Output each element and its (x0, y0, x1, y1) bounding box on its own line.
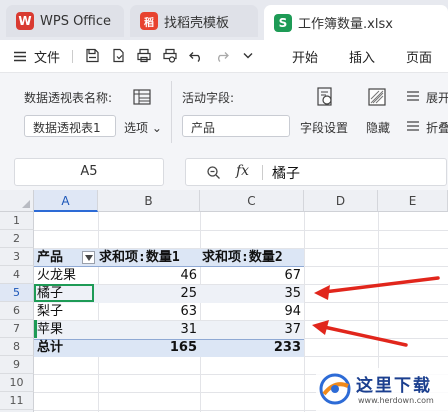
field-settings-icon[interactable] (314, 86, 336, 108)
pivot-header-qty1[interactable]: 求和项:数量1 (98, 249, 200, 267)
cell-qty2[interactable]: 35 (200, 285, 304, 303)
column-header-e[interactable]: E (378, 190, 448, 212)
red-arrow-bottom-head (312, 320, 329, 335)
column-header-a[interactable]: A (34, 190, 98, 212)
column-header-d[interactable]: D (304, 190, 378, 212)
corner-triangle-icon (22, 200, 30, 208)
undo-icon[interactable] (188, 47, 204, 64)
row-header[interactable]: 6 (0, 302, 34, 320)
menu-bar: 文件 开始 插入 页面 (0, 40, 448, 72)
column-header-c[interactable]: C (200, 190, 304, 212)
pivot-header-qty2[interactable]: 求和项:数量2 (201, 249, 304, 267)
cell-qty2[interactable]: 37 (200, 321, 304, 339)
hamburger-menu-icon[interactable] (12, 48, 28, 65)
watermark-logo-icon (319, 373, 351, 405)
menu-page[interactable]: 页面 (406, 47, 432, 66)
fx-function-button[interactable]: fx (236, 163, 249, 179)
wps-logo-icon: W (16, 12, 34, 30)
hide-icon[interactable] (367, 87, 387, 107)
dropdown-triangle-icon (85, 255, 93, 261)
row-header[interactable]: 3 (0, 248, 34, 266)
tab-label: 工作簿数量.xlsx (298, 17, 393, 32)
pivot-name-label: 数据透视表名称: (24, 91, 113, 105)
tab-label: 找稻壳模板 (164, 15, 230, 31)
pivot-header-product[interactable]: 产品 (37, 249, 85, 267)
red-arrow-bottom (322, 325, 408, 347)
active-field-input[interactable]: 产品 (182, 115, 290, 137)
tab-label: WPS Office (40, 13, 112, 29)
tab-workbook[interactable]: S 工作簿数量.xlsx (264, 5, 448, 40)
pivot-table-icon[interactable] (132, 87, 152, 107)
spreadsheet-grid[interactable]: A B C D E 1 2 3 4 5 6 7 8 9 10 11 12 产品 … (0, 190, 448, 412)
cell-qty2[interactable]: 94 (200, 303, 304, 321)
options-dropdown[interactable]: 选项 ⌄ (124, 119, 162, 136)
save-icon[interactable] (84, 47, 100, 64)
title-tab-bar: W WPS Office 稻 找稻壳模板 S 工作簿数量.xlsx (0, 0, 448, 40)
collapse-icon[interactable] (406, 119, 420, 133)
expand-button[interactable]: 展开 (426, 89, 448, 106)
red-arrow-top-head (314, 285, 330, 300)
gridline (34, 230, 448, 231)
filter-dropdown-button[interactable] (82, 251, 95, 264)
row-header[interactable]: 9 (0, 356, 34, 374)
formula-bar: A5 fx 橘子 (0, 152, 448, 190)
chevron-down-icon[interactable] (240, 47, 256, 64)
watermark-url: www.herdown.com (358, 396, 434, 405)
pivot-ribbon: 数据透视表名称: 数据透视表1 选项 ⌄ 活动字段: 产品 字段设置 隐藏 展开… (0, 72, 448, 152)
hide-button[interactable]: 隐藏 (366, 119, 390, 136)
redo-icon[interactable] (214, 47, 230, 64)
row-header[interactable]: 2 (0, 230, 34, 248)
name-box[interactable]: A5 (14, 158, 164, 186)
cell-qty1[interactable]: 25 (98, 285, 200, 303)
cell-qty1[interactable]: 46 (98, 267, 200, 285)
docer-logo-icon: 稻 (140, 12, 158, 30)
cell-qty1[interactable]: 63 (98, 303, 200, 321)
row-header-selected[interactable]: 5 (0, 284, 34, 302)
menu-divider (72, 50, 73, 63)
cell-qty1[interactable]: 31 (98, 321, 200, 339)
collapse-button[interactable]: 折叠 (426, 119, 448, 136)
options-label: 选项 (124, 121, 149, 135)
cell-total-qty2[interactable]: 233 (200, 339, 304, 357)
watermark: 这里下载 www.herdown.com (316, 368, 448, 412)
row-header[interactable]: 1 (0, 212, 34, 230)
row-header[interactable]: 11 (0, 392, 34, 410)
tab-wps-office[interactable]: W WPS Office (6, 5, 124, 37)
cell-product[interactable]: 火龙果 (37, 267, 98, 285)
cell-product-selected[interactable]: 橘子 (37, 285, 94, 303)
tab-template[interactable]: 稻 找稻壳模板 (130, 5, 258, 37)
pivot-name-input[interactable]: 数据透视表1 (24, 115, 116, 137)
print-preview-icon[interactable] (162, 47, 178, 64)
spreadsheet-logo-icon: S (274, 13, 292, 32)
watermark-brand: 这里下载 (356, 376, 432, 396)
cell-qty2[interactable]: 67 (200, 267, 304, 285)
field-settings-button[interactable]: 字段设置 (300, 119, 348, 136)
ribbon-divider (171, 81, 172, 143)
formula-divider (262, 165, 263, 180)
expand-icon[interactable] (406, 89, 420, 103)
active-field-label: 活动字段: (182, 91, 235, 105)
zoom-search-icon[interactable] (206, 165, 221, 180)
cell-total-qty1[interactable]: 165 (98, 339, 200, 357)
row-header[interactable]: 10 (0, 374, 34, 392)
red-arrow-top (322, 276, 440, 294)
row-header[interactable]: 7 (0, 320, 34, 338)
cell-total-label[interactable]: 总计 (37, 339, 98, 357)
row-header[interactable]: 8 (0, 338, 34, 356)
formula-input-area: fx 橘子 (185, 158, 447, 186)
cell-product[interactable]: 苹果 (37, 321, 98, 339)
row-header[interactable]: 4 (0, 266, 34, 284)
select-all-corner[interactable] (0, 190, 34, 212)
menu-home[interactable]: 开始 (292, 47, 318, 66)
formula-content[interactable]: 橘子 (272, 163, 300, 183)
export-pdf-icon[interactable] (110, 47, 126, 64)
menu-insert[interactable]: 插入 (349, 47, 375, 66)
column-header-b[interactable]: B (98, 190, 200, 212)
cell-product[interactable]: 梨子 (37, 303, 98, 321)
annotation-arrows (312, 276, 440, 347)
print-icon[interactable] (136, 47, 152, 64)
file-menu[interactable]: 文件 (34, 47, 60, 66)
